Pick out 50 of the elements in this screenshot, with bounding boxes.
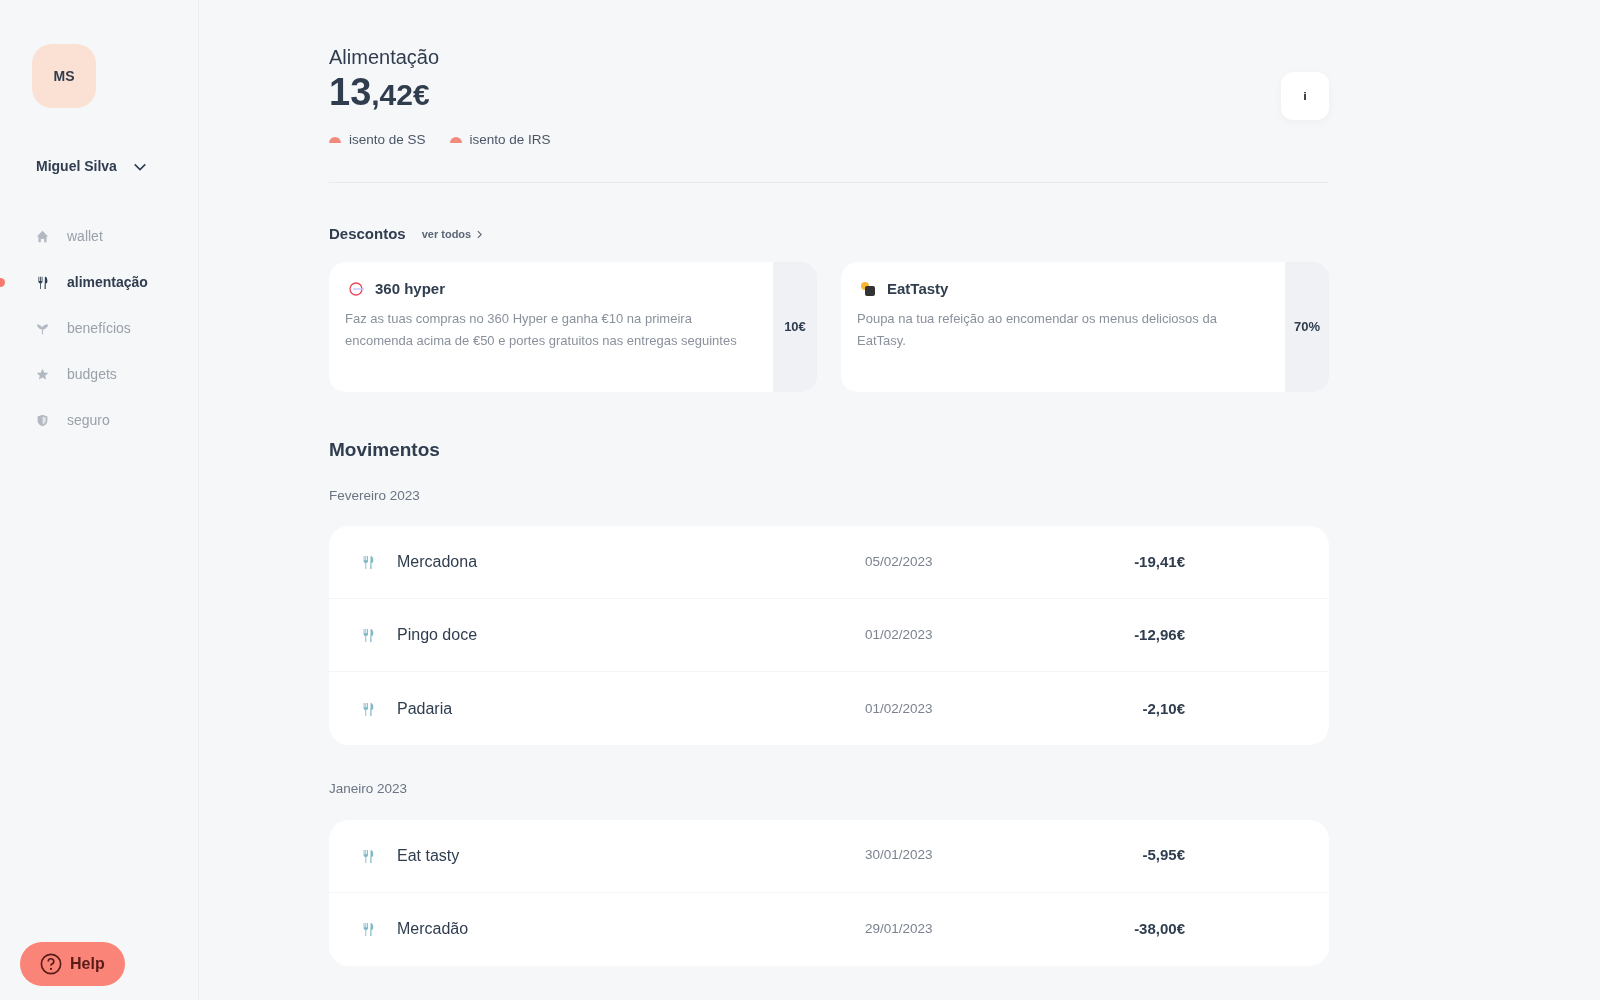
shield-icon	[36, 413, 49, 427]
discount-name: 360 hyper	[375, 278, 446, 299]
discount-card[interactable]: 360 hyper Faz as tuas compras no 360 Hyper e ganha €10 na primeira encomenda acima de €50 e portes gratuitos nas entregas seguintes 10€	[329, 261, 817, 392]
fork-knife-icon	[361, 922, 375, 937]
star-icon	[36, 367, 49, 381]
transaction-date: 01/02/2023	[865, 626, 934, 645]
transaction-date: 29/01/2023	[865, 919, 934, 938]
semicircle-icon	[449, 136, 462, 143]
discount-value: 10€	[783, 317, 807, 336]
fork-knife-icon	[361, 701, 375, 716]
discount-name: EatTasty	[887, 278, 949, 299]
fork-knife-icon	[36, 275, 49, 289]
balance-amount: 13,42€	[329, 72, 431, 114]
discount-description: Poupa na tua refeição ao encomendar os menus deliciosos da EatTasy.	[857, 310, 1218, 351]
transaction-date: 01/02/2023	[865, 699, 934, 718]
nav-link-item[interactable]: alimentação	[67, 271, 148, 293]
discount-card[interactable]: EatTasty Poupa na tua refeição ao encomendar os menus deliciosos da EatTasy. 70%	[841, 261, 1329, 392]
merchant-name: Padaria	[397, 698, 454, 719]
fork-knife-icon	[361, 555, 375, 570]
transaction-amount: -19,41€	[1133, 552, 1185, 573]
discount-description: Faz as tuas compras no 360 Hyper e ganha €10 na primeira encomenda acima de €50 e portes gratuitos nas entregas seguintes	[345, 310, 738, 351]
fork-knife-icon	[361, 628, 375, 643]
month-label: Fevereiro 2023	[329, 487, 421, 506]
transaction-amount: -5,95€	[1141, 845, 1185, 866]
help-icon	[40, 953, 62, 975]
transaction-date: 30/01/2023	[865, 846, 934, 865]
page-title: Alimentação	[329, 45, 441, 70]
help-button[interactable]: Help	[20, 942, 125, 986]
section-title: Movimentos	[329, 437, 441, 462]
merchant-name: Pingo doce	[397, 625, 479, 646]
see-all-link[interactable]: ver todos	[421, 226, 485, 243]
transaction-amount: -38,00€	[1133, 918, 1185, 939]
tag-label: isento de SS	[349, 130, 426, 149]
merchant-name: Mercadona	[397, 552, 479, 573]
merchant-name: Eat tasty	[397, 845, 461, 866]
avatar: MS	[32, 44, 96, 108]
transaction-amount: -12,96€	[1133, 625, 1185, 646]
chevron-right-icon	[475, 229, 485, 239]
section-title: Descontos	[329, 224, 406, 245]
user-name[interactable]: Miguel Silva	[36, 156, 117, 177]
home-icon	[36, 229, 49, 243]
tag-label: isento de IRS	[469, 130, 551, 149]
merchant-name: Mercadão	[397, 919, 470, 940]
discount-value: 70%	[1293, 317, 1321, 336]
month-label: Janeiro 2023	[329, 780, 409, 799]
transaction-amount: -2,10€	[1141, 698, 1185, 719]
info-button[interactable]: i	[1281, 72, 1329, 120]
semicircle-icon	[329, 136, 341, 143]
fork-knife-icon	[361, 848, 375, 863]
transaction-date: 05/02/2023	[865, 553, 934, 572]
